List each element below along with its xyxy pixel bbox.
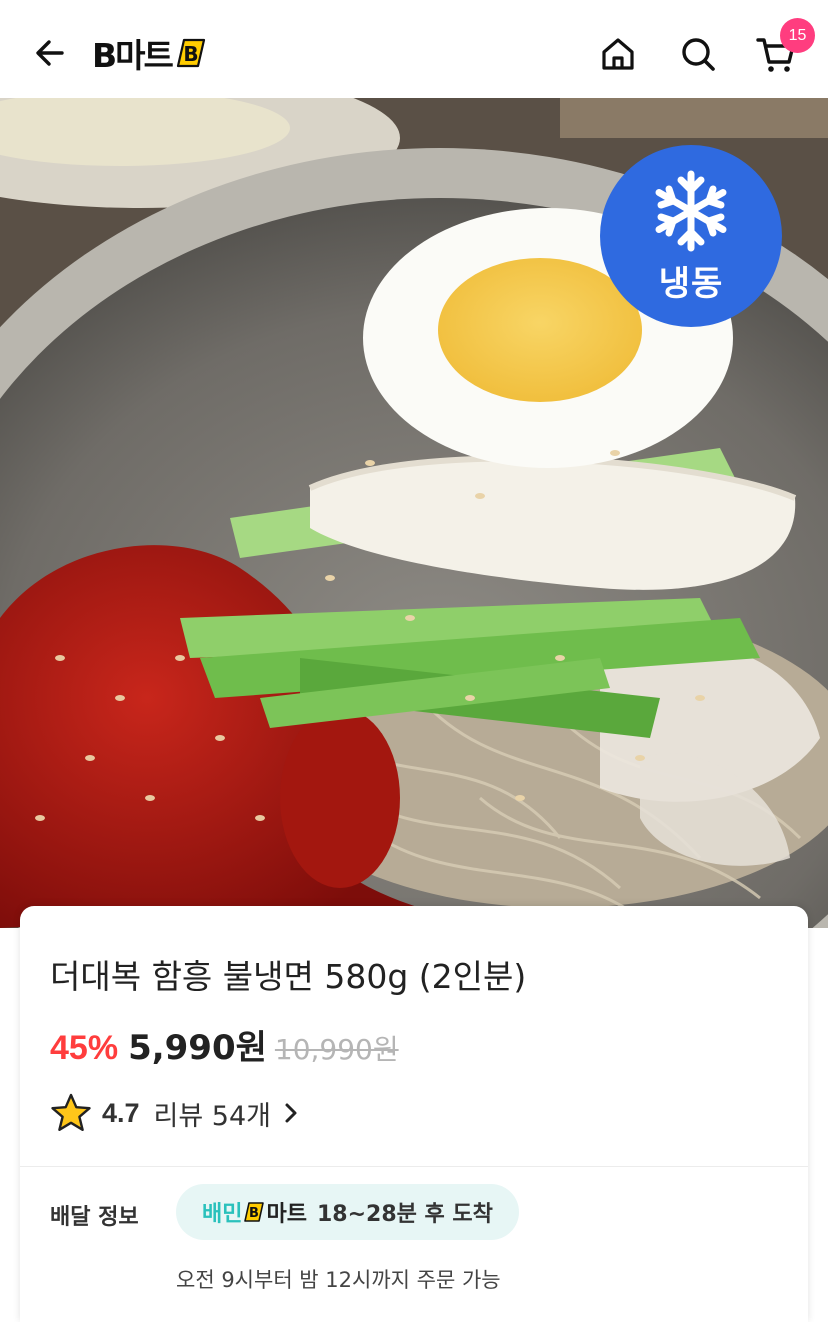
back-button[interactable] (30, 30, 70, 76)
product-info-card: 더대복 함흥 불냉면 580g (2인분) 45% 5,990원 10,990원… (20, 906, 808, 1322)
original-price: 10,990원 (274, 1033, 399, 1066)
star-icon (51, 1093, 91, 1131)
cart-count-badge: 15 (780, 18, 815, 53)
delivery-info-label: 배달 정보 (50, 1205, 139, 1230)
product-image[interactable]: 냉동 (0, 98, 828, 928)
snowflake-icon (655, 170, 727, 251)
discount-rate: 45% (50, 1029, 119, 1067)
sale-price: 5,990원 (128, 1028, 267, 1068)
home-button[interactable] (594, 30, 642, 78)
price-row: 45% 5,990원 10,990원 (50, 1020, 399, 1069)
frozen-label: 냉동 (658, 263, 724, 304)
b-badge-icon: B (244, 1202, 265, 1222)
delivery-time-chip: 배민 B 마트 18~28분 후 도착 (176, 1184, 519, 1240)
product-title: 더대복 함흥 불냉면 580g (2인분) (50, 957, 527, 996)
delivery-eta: 18~28분 후 도착 (316, 1202, 493, 1227)
section-divider (20, 1166, 808, 1167)
frozen-badge: 냉동 (600, 145, 782, 327)
rating-review-link[interactable]: 4.7 리뷰 54개 (50, 1092, 299, 1134)
order-hours: 오전 9시부터 밤 12시까지 주문 가능 (176, 1268, 501, 1292)
search-icon (682, 38, 715, 71)
home-icon (602, 38, 634, 70)
back-arrow-icon (36, 40, 64, 66)
logo-text: B마트 (92, 36, 174, 75)
bmart-logo[interactable]: B마트 B (92, 32, 208, 75)
logo-b-badge-icon: B (176, 38, 205, 68)
svg-text:B: B (183, 42, 198, 66)
mart-brand-text: 마트 (266, 1202, 307, 1227)
svg-text:B: B (250, 1206, 260, 1221)
rating-value: 4.7 (102, 1097, 140, 1128)
baemin-brand-text: 배민 (202, 1202, 243, 1227)
review-count: 리뷰 54개 (153, 1100, 272, 1132)
search-button[interactable] (674, 30, 722, 78)
chevron-right-icon (283, 1102, 299, 1124)
top-bar: B마트 B 15 (0, 0, 828, 98)
